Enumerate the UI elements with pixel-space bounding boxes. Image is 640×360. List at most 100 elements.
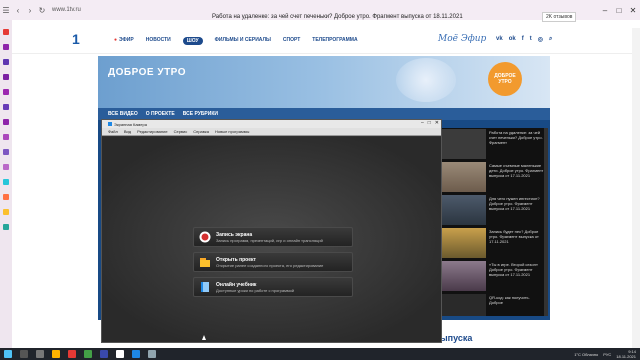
video-thumbnail[interactable] bbox=[442, 129, 486, 159]
app-icon[interactable] bbox=[84, 350, 92, 358]
video-title[interactable]: QR-код: как получить. Доброе bbox=[489, 294, 544, 316]
close-button[interactable]: ✕ bbox=[435, 120, 439, 126]
sidebar-app-icon[interactable] bbox=[3, 134, 9, 140]
section-heading: ыпуска bbox=[440, 333, 473, 343]
reviews-badge[interactable]: 2K отзывов bbox=[542, 12, 577, 22]
list-item[interactable]: QR-код: как получить. Доброе bbox=[442, 293, 544, 316]
facebook-icon[interactable]: f bbox=[522, 36, 524, 43]
video-title[interactable]: Запись будет нес? Доброе утро. Фрагмент … bbox=[489, 228, 544, 259]
nav-item-sport[interactable]: СПОРТ bbox=[283, 37, 300, 45]
video-title[interactable]: Самые съемные маленькие дети. Доброе утр… bbox=[489, 162, 544, 193]
nav-item-movies[interactable]: ФИЛЬМЫ И СЕРИАЛЫ bbox=[215, 37, 271, 45]
sidebar-app-icon[interactable] bbox=[3, 164, 9, 170]
explorer-icon[interactable] bbox=[52, 350, 60, 358]
sidebar-app-icon[interactable] bbox=[3, 89, 9, 95]
yandex-icon[interactable] bbox=[68, 350, 76, 358]
list-item[interactable]: Для чего нужен ингестион? Доброе утро. Ф… bbox=[442, 194, 544, 227]
window-controls: – □ ✕ bbox=[598, 0, 640, 20]
show-nav-all-rubrics[interactable]: ВСЕ РУБРИКИ bbox=[183, 111, 218, 117]
menu-new-programs[interactable]: Новые программы bbox=[215, 129, 249, 134]
nav-item-live[interactable]: ЭФИР bbox=[114, 37, 134, 45]
instagram-icon[interactable]: ◎ bbox=[538, 36, 543, 43]
video-thumbnail[interactable] bbox=[442, 228, 486, 258]
app-icon[interactable] bbox=[100, 350, 108, 358]
social-icons: vk ok f t ◎ ⌕ bbox=[496, 36, 552, 43]
sidebar-app-icon[interactable] bbox=[3, 119, 9, 125]
sidebar-app-icon[interactable] bbox=[3, 29, 9, 35]
sidebar-app-icon[interactable] bbox=[3, 209, 9, 215]
sidebar-app-icon[interactable] bbox=[3, 194, 9, 200]
vk-icon[interactable]: vk bbox=[496, 36, 503, 43]
card-subtitle: Доступные уроки по работе с программой bbox=[216, 287, 295, 293]
promo-logo[interactable]: Моё Эфир bbox=[438, 34, 486, 44]
start-icon[interactable] bbox=[4, 350, 12, 358]
channel-one-logo[interactable]: 1 bbox=[72, 32, 88, 46]
show-title: ДОБРОЕ УТРО bbox=[108, 67, 186, 78]
menu-file[interactable]: Файл bbox=[108, 129, 118, 134]
ok-icon[interactable]: ok bbox=[509, 36, 516, 43]
recorder-window-controls: – □ ✕ bbox=[421, 120, 439, 126]
sidebar-app-icon[interactable] bbox=[3, 104, 9, 110]
clock[interactable]: 9:14 18.11.2021 bbox=[616, 349, 636, 359]
close-button[interactable]: ✕ bbox=[626, 0, 640, 20]
recorder-taskbar-icon[interactable] bbox=[132, 350, 140, 358]
menu-edit[interactable]: Редактирование bbox=[137, 129, 167, 134]
video-thumbnail[interactable] bbox=[442, 294, 486, 316]
twitter-icon[interactable]: t bbox=[530, 36, 532, 43]
date: 18.11.2021 bbox=[616, 354, 636, 359]
sidebar-app-icon[interactable] bbox=[3, 149, 9, 155]
nav-item-shows[interactable]: ШОУ bbox=[182, 37, 203, 45]
sidebar-app-icon[interactable] bbox=[3, 179, 9, 185]
show-nav-all-videos[interactable]: ВСЕ ВИДЕО bbox=[108, 111, 138, 117]
mouse-cursor bbox=[202, 335, 206, 340]
search-icon[interactable]: ⌕ bbox=[549, 36, 552, 43]
video-title[interactable]: Работа на удаленке: за чей счет печеньки… bbox=[489, 129, 544, 160]
sidebar-app-icon[interactable] bbox=[3, 224, 9, 230]
video-title[interactable]: Для чего нужен ингестион? Доброе утро. Ф… bbox=[489, 195, 544, 226]
minimize-button[interactable]: – bbox=[421, 120, 424, 126]
sidebar-app-icon[interactable] bbox=[3, 59, 9, 65]
sidebar-app-icon[interactable] bbox=[3, 44, 9, 50]
recorder-titlebar: Экранная Камера – □ ✕ bbox=[102, 120, 441, 128]
recorder-window: Экранная Камера – □ ✕ Файл Вид Редактиро… bbox=[101, 119, 442, 343]
page-scrollbar[interactable] bbox=[632, 28, 640, 350]
minimize-button[interactable]: – bbox=[598, 0, 612, 20]
browser-menu-icon[interactable]: ☰ bbox=[0, 6, 12, 15]
menu-service[interactable]: Сервис bbox=[174, 129, 188, 134]
system-tray: 1°C Облачно РУС 9:14 18.11.2021 bbox=[574, 348, 636, 360]
address-bar[interactable]: www.1tv.ru bbox=[52, 7, 81, 13]
online-tutorial-button[interactable]: Онлайн учебник Доступные уроки по работе… bbox=[193, 277, 353, 297]
show-nav-about[interactable]: О ПРОЕКТЕ bbox=[146, 111, 175, 117]
list-item[interactable]: «Ты в игре. Второй сезон» Доброе утро. Ф… bbox=[442, 260, 544, 293]
weather[interactable]: 1°C Облачно bbox=[574, 352, 598, 357]
list-item[interactable]: Работа на удаленке: за чей счет печеньки… bbox=[442, 128, 544, 161]
open-project-button[interactable]: Открыть проект Открытие ранее созданного… bbox=[193, 252, 353, 272]
video-thumbnail[interactable] bbox=[442, 195, 486, 225]
record-screen-button[interactable]: Запись экрана Запись программ, презентац… bbox=[193, 227, 353, 247]
recorder-start-screen: Запись экрана Запись программ, презентац… bbox=[102, 137, 441, 342]
back-button[interactable]: ‹ bbox=[12, 6, 24, 15]
maximize-button[interactable]: □ bbox=[612, 0, 626, 20]
video-title[interactable]: «Ты в игре. Второй сезон» Доброе утро. Ф… bbox=[489, 261, 544, 292]
language[interactable]: РУС bbox=[603, 352, 611, 357]
sidebar-app-icon[interactable] bbox=[3, 74, 9, 80]
nav-item-news[interactable]: НОВОСТИ bbox=[146, 37, 171, 45]
site-nav: ЭФИР НОВОСТИ ШОУ ФИЛЬМЫ И СЕРИАЛЫ СПОРТ … bbox=[114, 37, 358, 45]
task-view-icon[interactable] bbox=[36, 350, 44, 358]
list-item[interactable]: Запись будет нес? Доброе утро. Фрагмент … bbox=[442, 227, 544, 260]
forward-button[interactable]: › bbox=[24, 6, 36, 15]
menu-help[interactable]: Справка bbox=[193, 129, 209, 134]
video-thumbnail[interactable] bbox=[442, 261, 486, 291]
nav-item-tv-guide[interactable]: ТЕЛЕПРОГРАММА bbox=[312, 37, 357, 45]
card-subtitle: Запись программ, презентаций, игр и онла… bbox=[216, 237, 323, 243]
book-icon bbox=[198, 280, 212, 294]
video-list-scrollbar[interactable] bbox=[544, 128, 548, 316]
menu-view[interactable]: Вид bbox=[124, 129, 131, 134]
maximize-button[interactable]: □ bbox=[428, 120, 431, 126]
app-icon[interactable] bbox=[148, 350, 156, 358]
video-thumbnail[interactable] bbox=[442, 162, 486, 192]
reload-button[interactable]: ↻ bbox=[36, 6, 48, 15]
list-item[interactable]: Самые съемные маленькие дети. Доброе утр… bbox=[442, 161, 544, 194]
search-icon[interactable] bbox=[20, 350, 28, 358]
app-icon[interactable] bbox=[116, 350, 124, 358]
